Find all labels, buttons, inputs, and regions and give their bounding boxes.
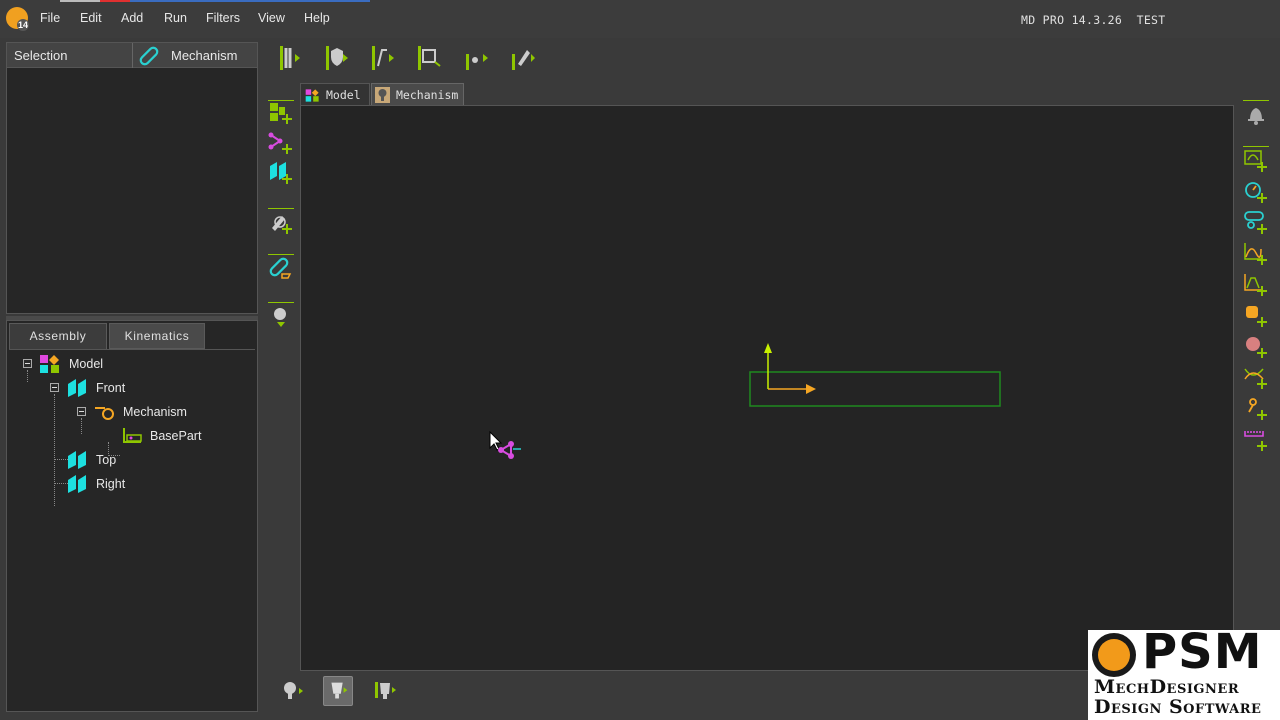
app-version-badge: 14	[17, 19, 29, 31]
viewport-tabstrip: Model Mechanism	[300, 82, 800, 106]
shield-menu-icon[interactable]	[323, 44, 351, 72]
tree-label: Right	[96, 477, 126, 491]
app-logo-icon[interactable]: 14	[6, 7, 29, 31]
mechanism-link-icon[interactable]	[268, 256, 294, 282]
selection-title: Selection	[14, 48, 68, 63]
graphics-viewport[interactable]	[300, 105, 1234, 671]
add-motion-icon[interactable]	[1243, 148, 1269, 174]
x-axis-arrow	[806, 384, 816, 394]
assembly-tree: Model Front Mechanism BasePart Top Right	[9, 349, 255, 709]
tree-item-mechanism[interactable]: Mechanism	[75, 402, 245, 422]
add-point-icon[interactable]	[268, 130, 294, 156]
tab-model[interactable]: Model	[300, 83, 370, 106]
viewport-canvas	[749, 343, 1001, 407]
version-label: MD PRO 14.3.26 TEST	[1021, 13, 1166, 27]
solve-icon[interactable]	[268, 304, 294, 330]
tree-label: BasePart	[150, 429, 202, 443]
add-gear-icon[interactable]	[1243, 427, 1269, 453]
menu-help[interactable]: Help	[304, 11, 330, 25]
line-menu-icon[interactable]	[369, 44, 397, 72]
pen-menu-icon[interactable]	[509, 44, 537, 72]
mouse-cursor-add-point	[489, 430, 521, 459]
brand-product: MechDesigner	[1094, 676, 1240, 698]
tab-mechanism-label: Mechanism	[396, 88, 459, 102]
tree-label: Model	[69, 357, 104, 371]
brand-logo-text: PSM	[1142, 624, 1263, 680]
toolbar-separator	[1243, 100, 1269, 101]
menu-view[interactable]: View	[258, 11, 285, 25]
mechanism-icon	[95, 407, 114, 420]
add-speed-icon[interactable]	[1243, 179, 1269, 205]
basepart-icon	[123, 428, 142, 443]
toolbar-separator	[1243, 146, 1269, 147]
add-plane-icon[interactable]	[268, 160, 294, 186]
bottom-toolbar	[270, 674, 470, 708]
add-cam-icon[interactable]	[1243, 272, 1269, 298]
menu-bar: 14 File Edit Add Run Filters View Help M…	[0, 0, 1280, 38]
tab-mechanism[interactable]: Mechanism	[371, 83, 464, 106]
plane-icon	[68, 379, 86, 397]
toolbar-separator	[268, 302, 294, 303]
tree-item-model[interactable]: Model	[21, 354, 221, 374]
add-dyad-icon[interactable]	[1243, 210, 1269, 236]
collapse-toggle[interactable]	[77, 407, 86, 416]
header-divider	[132, 43, 133, 68]
point-menu-icon[interactable]	[463, 44, 491, 72]
menu-edit[interactable]: Edit	[80, 11, 102, 25]
mechanism-tab-icon	[375, 87, 390, 103]
edit-sketch-icon[interactable]	[268, 210, 294, 236]
tab-assembly[interactable]: Assembly	[9, 323, 107, 349]
tab-kinematics[interactable]: Kinematics	[109, 323, 205, 349]
tree-item-top[interactable]: Top	[48, 450, 228, 470]
add-curve-icon[interactable]	[1243, 365, 1269, 391]
model-tab-icon	[305, 89, 319, 102]
collapse-toggle[interactable]	[50, 383, 59, 392]
menu-file[interactable]: File	[40, 11, 60, 25]
psm-branding: PSM MechDesigner Design Software	[1088, 626, 1280, 720]
brand-tagline: Design Software	[1094, 696, 1262, 718]
view-active-icon	[331, 682, 348, 699]
bell-icon[interactable]	[1243, 102, 1269, 128]
mechanism-filter-icon[interactable]	[138, 46, 160, 66]
top-toolbar	[265, 38, 1230, 82]
selection-filter-label[interactable]: Mechanism	[171, 48, 237, 63]
add-graph-icon[interactable]	[1243, 241, 1269, 267]
menu-run[interactable]: Run	[164, 11, 187, 25]
menu-add[interactable]: Add	[121, 11, 143, 25]
toolbar-separator	[268, 254, 294, 255]
view-multi-icon[interactable]	[370, 676, 400, 706]
view-active-button[interactable]	[323, 676, 353, 706]
tree-label: Front	[96, 381, 126, 395]
menu-filters[interactable]: Filters	[206, 11, 240, 25]
add-part-icon[interactable]	[268, 100, 294, 126]
tree-item-basepart[interactable]: BasePart	[102, 426, 252, 446]
y-axis-arrow	[764, 343, 772, 353]
add-3d-icon[interactable]	[1243, 334, 1269, 360]
tree-item-front[interactable]: Front	[48, 378, 228, 398]
gear-train-menu-icon[interactable]	[277, 44, 305, 72]
plane-icon	[68, 475, 86, 493]
view-single-icon[interactable]	[276, 676, 306, 706]
toolbar-separator	[268, 208, 294, 209]
tab-model-label: Model	[326, 88, 361, 102]
title-strip	[60, 0, 400, 2]
plane-icon	[68, 451, 86, 469]
selection-panel: Selection Mechanism	[6, 42, 258, 314]
tree-label: Mechanism	[123, 405, 187, 419]
right-toolbar	[1237, 96, 1273, 516]
collapse-toggle[interactable]	[23, 359, 32, 368]
tree-panel: Assembly Kinematics Model Front Mechanis…	[6, 320, 258, 712]
add-joint-icon[interactable]	[1243, 396, 1269, 422]
tree-item-right[interactable]: Right	[48, 474, 228, 494]
selection-header: Selection Mechanism	[7, 43, 257, 68]
psm-logo-icon	[1092, 633, 1136, 677]
part-frame-menu-icon[interactable]	[415, 44, 443, 72]
model-icon	[40, 355, 59, 373]
tree-label: Top	[96, 453, 117, 467]
add-profile-icon[interactable]	[1243, 303, 1269, 329]
